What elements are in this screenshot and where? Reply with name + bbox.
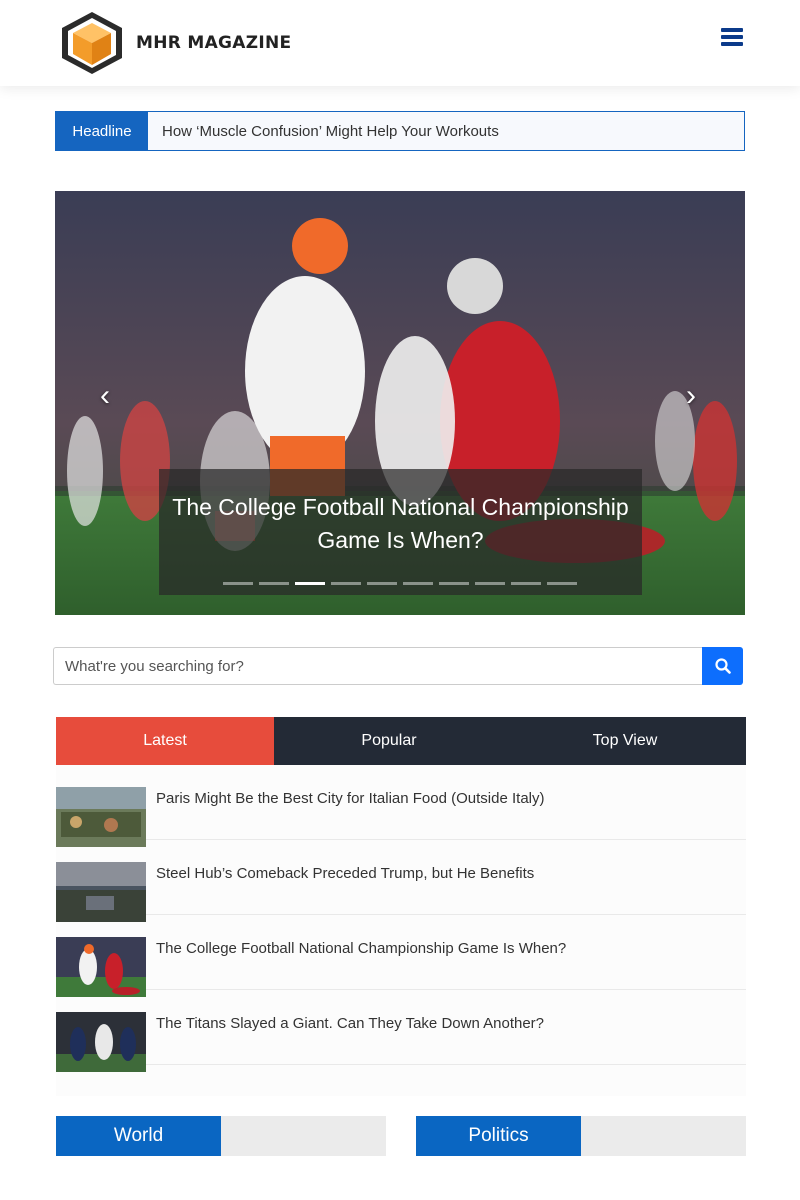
tab-top-view[interactable]: Top View xyxy=(504,717,746,765)
news-thumbnail[interactable] xyxy=(56,937,146,997)
headline-link[interactable]: How ‘Muscle Confusion’ Might Help Your W… xyxy=(148,112,744,150)
section-politics-label[interactable]: Politics xyxy=(416,1116,581,1156)
news-thumbnail[interactable] xyxy=(56,787,146,847)
carousel-indicator[interactable] xyxy=(547,582,577,585)
news-title[interactable]: Paris Might Be the Best City for Italian… xyxy=(156,789,545,809)
carousel-next-chevron-right-icon[interactable]: › xyxy=(671,376,711,416)
search-button[interactable] xyxy=(702,647,743,685)
list-item[interactable]: Paris Might Be the Best City for Italian… xyxy=(56,765,746,847)
hamburger-menu-icon[interactable] xyxy=(721,28,743,48)
search-input[interactable] xyxy=(53,647,702,685)
carousel-indicator[interactable] xyxy=(511,582,541,585)
section-politics: Politics xyxy=(416,1116,746,1156)
search-bar xyxy=(53,647,743,685)
site-header: MHR MAGAZINE xyxy=(0,0,800,86)
carousel-indicator-active[interactable] xyxy=(295,582,325,585)
carousel-indicator[interactable] xyxy=(331,582,361,585)
news-title[interactable]: The Titans Slayed a Giant. Can They Take… xyxy=(156,1014,544,1034)
carousel-indicator[interactable] xyxy=(223,582,253,585)
news-title[interactable]: The College Football National Championsh… xyxy=(156,939,566,959)
site-logo[interactable]: MHR MAGAZINE xyxy=(58,10,291,76)
carousel-indicator[interactable] xyxy=(439,582,469,585)
carousel-indicator[interactable] xyxy=(259,582,289,585)
news-thumbnail[interactable] xyxy=(56,1012,146,1072)
news-tabs: Latest Popular Top View xyxy=(56,717,746,765)
list-item[interactable]: The College Football National Championsh… xyxy=(56,915,746,997)
search-icon xyxy=(714,658,731,674)
cube-logo-icon xyxy=(62,12,122,74)
carousel-indicator[interactable] xyxy=(475,582,505,585)
list-item[interactable]: The Titans Slayed a Giant. Can They Take… xyxy=(56,990,746,1072)
headline-label: Headline xyxy=(56,112,148,150)
news-thumbnail[interactable] xyxy=(56,862,146,922)
site-logo-text: MHR MAGAZINE xyxy=(136,33,292,53)
news-title[interactable]: Steel Hub’s Comeback Preceded Trump, but… xyxy=(156,864,534,884)
carousel-caption: The College Football National Championsh… xyxy=(159,469,642,595)
tab-popular[interactable]: Popular xyxy=(274,717,504,765)
headline-ticker: Headline How ‘Muscle Confusion’ Might He… xyxy=(55,111,745,151)
list-item[interactable]: Steel Hub’s Comeback Preceded Trump, but… xyxy=(56,840,746,922)
carousel-caption-title[interactable]: The College Football National Championsh… xyxy=(159,469,642,557)
featured-carousel[interactable]: ‹ › The College Football National Champi… xyxy=(55,191,745,615)
tab-latest[interactable]: Latest xyxy=(56,717,274,765)
carousel-indicator[interactable] xyxy=(403,582,433,585)
section-world: World xyxy=(56,1116,386,1156)
latest-news-list: Paris Might Be the Best City for Italian… xyxy=(56,765,746,1096)
section-world-label[interactable]: World xyxy=(56,1116,221,1156)
carousel-indicator[interactable] xyxy=(367,582,397,585)
carousel-prev-chevron-left-icon[interactable]: ‹ xyxy=(85,376,125,416)
carousel-indicators xyxy=(223,582,583,585)
